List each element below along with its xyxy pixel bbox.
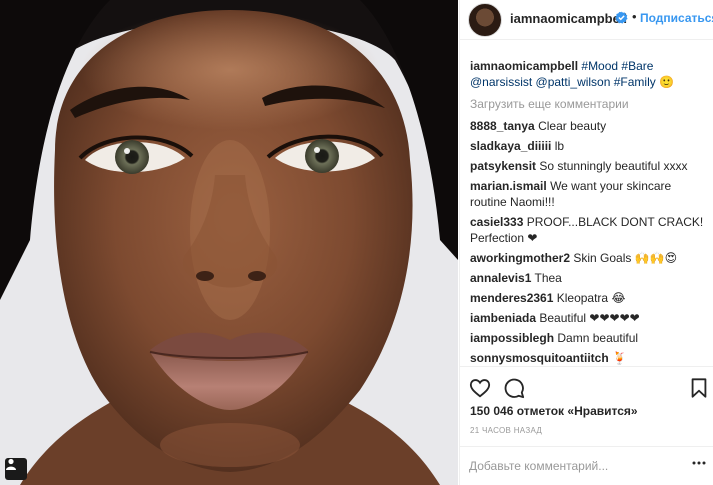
comment-text-continued: Perfection ❤ (470, 231, 538, 245)
comment-button[interactable] (503, 377, 525, 399)
caption-mentions[interactable]: @narsissist @patti_wilson #Family 🙂 (470, 74, 710, 90)
speech-bubble-icon (504, 378, 525, 399)
comment-username[interactable]: iambeniada (470, 311, 536, 325)
comment-username[interactable]: iampossiblegh (470, 331, 554, 345)
ellipsis-icon[interactable] (692, 461, 706, 465)
comment-item: 8888_tanya Clear beauty (470, 118, 710, 134)
likes-count[interactable]: 150 046 отметок «Нравится» (470, 404, 638, 418)
header-username[interactable]: iamnaomicampbell (510, 11, 627, 26)
comment-text: Skin Goals 🙌🙌😍 (573, 251, 678, 265)
comment-username[interactable]: marian.ismail (470, 179, 547, 193)
verified-badge-icon (615, 11, 628, 24)
comment-text: We want your skincare (550, 179, 672, 193)
comment-text: Thea (534, 271, 562, 285)
comment-text: Beautiful ❤❤❤❤❤ (539, 311, 640, 325)
comment-username[interactable]: annalevis1 (470, 271, 531, 285)
bookmark-icon (691, 378, 707, 398)
comment-username[interactable]: aworkingmother2 (470, 251, 570, 265)
comment-item: sladkaya_diiiii lb (470, 138, 710, 154)
comment-text: PROOF...BLACK DONT CRACK! (526, 215, 704, 229)
add-comment-bar (460, 446, 713, 485)
comment-item: casiel333 PROOF...BLACK DONT CRACK! (470, 214, 710, 230)
caption-hashtags[interactable]: #Mood #Bare (581, 59, 653, 73)
comment-text: Clear beauty (538, 119, 607, 133)
comment-item: iambeniada Beautiful ❤❤❤❤❤ (470, 310, 710, 326)
post-photo[interactable] (0, 0, 458, 485)
comment-item: marian.ismail We want your skincare (470, 178, 710, 194)
comment-item: annalevis1 Thea (470, 270, 710, 286)
caption-username[interactable]: iamnaomicampbell (470, 59, 578, 73)
post-header: iamnaomicampbell • Подписаться (460, 0, 713, 40)
load-more-comments[interactable]: Загрузить еще комментарии (470, 96, 710, 112)
comment-item: iampossiblegh Damn beautiful (470, 330, 710, 346)
comment-username[interactable]: 8888_tanya (470, 119, 535, 133)
comment-username[interactable]: menderes2361 (470, 291, 553, 305)
comment-text: Damn beautiful (557, 331, 639, 345)
save-button[interactable] (688, 377, 710, 399)
like-button[interactable] (469, 377, 491, 399)
comment-username[interactable]: sonnysmosquitoantiitch (470, 351, 609, 365)
comment-item: menderes2361 Kleopatra 😂 (470, 290, 710, 306)
comment-text: lb (554, 139, 565, 153)
add-comment-input[interactable] (469, 457, 689, 475)
post-timestamp[interactable]: 21 ЧАСОВ НАЗАД (470, 426, 542, 435)
heart-outline-icon (469, 379, 491, 398)
comment-username[interactable]: sladkaya_diiiii (470, 139, 551, 153)
comment-text: So stunningly beautiful xxxx (539, 159, 688, 173)
comment-text: Kleopatra 😂 (556, 291, 626, 305)
avatar[interactable] (468, 3, 502, 37)
comment-username[interactable]: casiel333 (470, 215, 523, 229)
comment-item: aworkingmother2 Skin Goals 🙌🙌😍 (470, 250, 710, 266)
follow-button[interactable]: Подписаться (640, 11, 713, 25)
comment-text: 🍹 (612, 351, 627, 365)
comment-text-continued: routine Naomi!!! (470, 195, 555, 209)
person-tag-icon (6, 458, 16, 470)
header-separator: • (632, 9, 637, 24)
comment-username[interactable]: patsykensit (470, 159, 536, 173)
comment-item: sonnysmosquitoantiitch 🍹 (470, 350, 710, 366)
comment-item: patsykensit So stunningly beautiful xxxx (470, 158, 710, 174)
caption: iamnaomicampbell #Mood #Bare (470, 58, 710, 74)
tag-people-button[interactable] (5, 458, 27, 480)
post-actions (460, 366, 713, 406)
portrait-image (0, 0, 458, 485)
post-side-panel: iamnaomicampbell • Подписаться iamnaomic… (459, 0, 713, 485)
